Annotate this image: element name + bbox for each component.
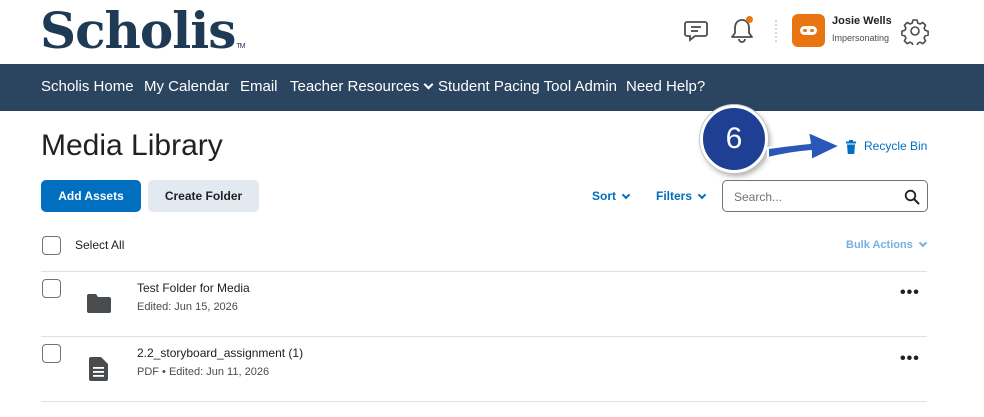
impersonation-mask-icon	[800, 26, 817, 35]
chevron-down-icon	[918, 238, 928, 248]
more-options-button[interactable]: •••	[900, 350, 920, 368]
callout-arrow-icon	[767, 131, 841, 161]
select-all-checkbox[interactable]	[42, 236, 61, 255]
sort-dropdown[interactable]: Sort	[592, 189, 631, 203]
header-divider	[775, 20, 777, 42]
user-avatar[interactable]	[792, 14, 825, 47]
nav-teacher-resources[interactable]: Teacher Resources	[290, 78, 434, 95]
nav-teacher-resources-label: Teacher Resources	[290, 78, 420, 95]
list-divider	[41, 336, 927, 337]
filters-dropdown[interactable]: Filters	[656, 189, 707, 203]
nav-scholis-home[interactable]: Scholis Home	[41, 78, 134, 95]
row-checkbox[interactable]	[42, 279, 61, 298]
nav-need-help[interactable]: Need Help?	[626, 78, 705, 95]
chevron-down-icon	[423, 79, 434, 90]
nav-email[interactable]: Email	[240, 78, 278, 95]
document-icon	[89, 357, 108, 381]
step-callout-badge: 6	[700, 105, 768, 173]
select-all-label: Select All	[75, 238, 125, 252]
notification-dot	[746, 16, 753, 23]
settings-gear-icon[interactable]	[901, 17, 929, 45]
message-alerts-icon[interactable]	[682, 16, 710, 44]
user-role: Impersonating	[832, 33, 890, 43]
filters-label: Filters	[656, 189, 693, 203]
nav-student-pacing-tool-admin[interactable]: Student Pacing Tool Admin	[438, 78, 617, 95]
row-checkbox[interactable]	[42, 344, 61, 363]
search-placeholder: Search...	[734, 190, 783, 204]
list-item-meta: Edited: Jun 15, 2026	[137, 301, 238, 313]
list-item-meta: PDF • Edited: Jun 11, 2026	[137, 366, 270, 378]
bulk-actions-label: Bulk Actions	[846, 239, 913, 251]
create-folder-button[interactable]: Create Folder	[148, 180, 259, 212]
search-input[interactable]: Search...	[722, 180, 928, 212]
main-navbar: Scholis Home My Calendar Email Teacher R…	[0, 64, 984, 111]
folder-icon	[87, 294, 111, 313]
chevron-down-icon	[697, 190, 707, 200]
scholis-logo[interactable]: ScholisTM	[40, 1, 246, 60]
list-divider	[41, 401, 927, 402]
recycle-bin-link[interactable]: Recycle Bin	[846, 139, 928, 154]
top-header: ScholisTM Josie Wells Impersonating	[0, 0, 984, 64]
logo-text: Scholis	[40, 1, 236, 60]
recycle-bin-label: Recycle Bin	[864, 139, 928, 153]
list-item-title[interactable]: Test Folder for Media	[137, 281, 250, 295]
list-divider	[41, 271, 927, 272]
page-title: Media Library	[41, 129, 223, 162]
add-assets-button[interactable]: Add Assets	[41, 180, 141, 212]
search-icon[interactable]	[904, 189, 920, 205]
list-item-title[interactable]: 2.2_storyboard_assignment (1)	[137, 346, 303, 360]
logo-trademark: TM	[236, 43, 245, 50]
sort-label: Sort	[592, 189, 616, 203]
trash-can-icon	[846, 140, 856, 154]
more-options-button[interactable]: •••	[900, 284, 920, 302]
bulk-actions-dropdown[interactable]: Bulk Actions	[846, 238, 928, 251]
user-name[interactable]: Josie Wells	[832, 15, 892, 27]
chevron-down-icon	[621, 190, 631, 200]
nav-my-calendar[interactable]: My Calendar	[144, 78, 229, 95]
